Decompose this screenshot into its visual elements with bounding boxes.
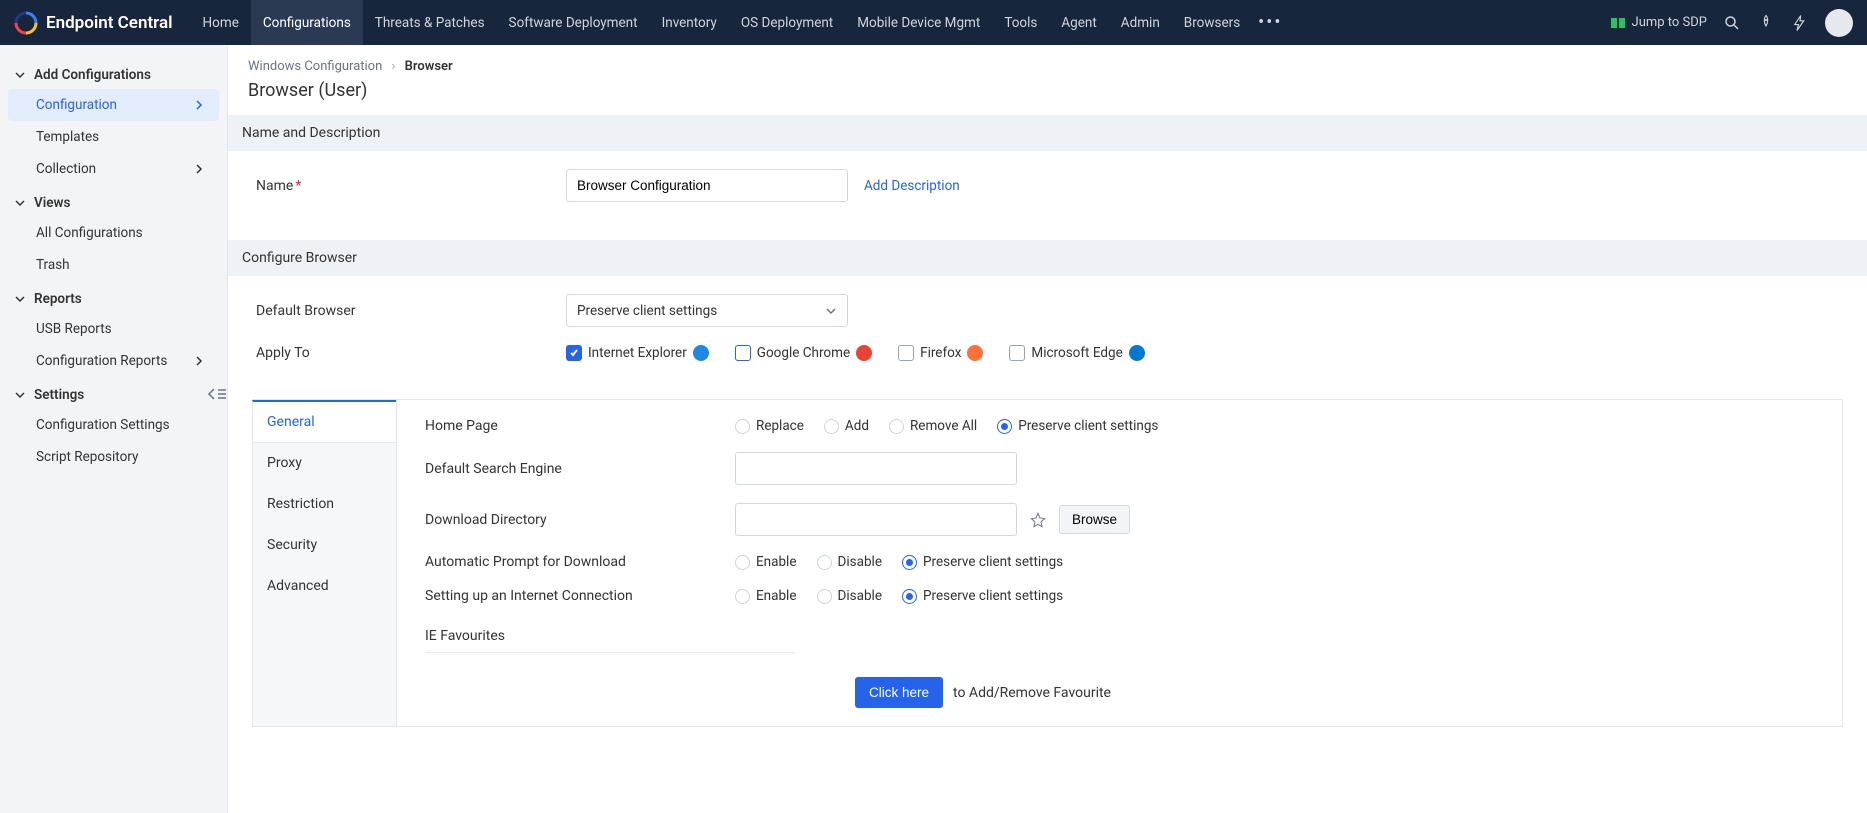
rocket-icon[interactable] bbox=[1757, 14, 1775, 32]
nav-mobile-device-mgmt[interactable]: Mobile Device Mgmt bbox=[845, 0, 992, 45]
vertical-tabs: GeneralProxyRestrictionSecurityAdvanced bbox=[253, 400, 397, 726]
breadcrumb: Windows Configuration › Browser bbox=[228, 45, 1867, 76]
internet-conn-radios: Enable Disable Preserve client settings bbox=[735, 588, 1063, 604]
default-browser-label: Default Browser bbox=[256, 303, 566, 319]
auto-prompt-disable[interactable]: Disable bbox=[817, 554, 882, 570]
sidebar-item-configuration[interactable]: Configuration bbox=[8, 89, 219, 121]
jump-to-sdp-label: Jump to SDP bbox=[1632, 15, 1707, 30]
main-content: Windows Configuration › Browser Browser … bbox=[228, 45, 1867, 813]
breadcrumb-sep: › bbox=[392, 59, 396, 74]
sidebar-item-usb-reports[interactable]: USB Reports bbox=[8, 313, 219, 345]
home-page-radios: Replace Add Remove All Preserve client sett… bbox=[735, 418, 1158, 434]
nav-software-deployment[interactable]: Software Deployment bbox=[497, 0, 650, 45]
breadcrumb-current: Browser bbox=[405, 59, 453, 74]
vtab-restriction[interactable]: Restriction bbox=[253, 484, 396, 525]
apply-to-checks: Internet Explorer Google Chrome Firefox Mic… bbox=[566, 345, 1145, 361]
sidebar-item-templates[interactable]: Templates bbox=[8, 121, 219, 153]
more-menu-icon[interactable]: ••• bbox=[1252, 12, 1288, 33]
add-description-link[interactable]: Add Description bbox=[864, 178, 960, 194]
internet-conn-disable[interactable]: Disable bbox=[817, 588, 882, 604]
auto-prompt-label: Automatic Prompt for Download bbox=[425, 554, 735, 570]
apply-to-microsoft-edge[interactable]: Microsoft Edge bbox=[1009, 345, 1144, 361]
nav-browsers[interactable]: Browsers bbox=[1172, 0, 1252, 45]
nav-right: Jump to SDP bbox=[1610, 0, 1867, 45]
section-configure-browser: Configure Browser bbox=[228, 240, 1867, 276]
search-engine-input[interactable] bbox=[735, 452, 1017, 485]
fav-suffix-text: to Add/Remove Favourite bbox=[953, 685, 1111, 701]
user-avatar[interactable] bbox=[1825, 9, 1853, 37]
nav-admin[interactable]: Admin bbox=[1109, 0, 1172, 45]
breadcrumb-parent[interactable]: Windows Configuration bbox=[248, 59, 382, 74]
sidebar-group-views[interactable]: Views bbox=[0, 185, 227, 217]
nav-os-deployment[interactable]: OS Deployment bbox=[729, 0, 845, 45]
vtab-security[interactable]: Security bbox=[253, 525, 396, 566]
download-dir-label: Download Directory bbox=[425, 512, 735, 528]
home-page-preserve-client-settings[interactable]: Preserve client settings bbox=[997, 418, 1158, 434]
nav-threats-patches[interactable]: Threats & Patches bbox=[363, 0, 497, 45]
nav-items: HomeConfigurationsThreats & PatchesSoftw… bbox=[191, 0, 1253, 45]
top-nav: Endpoint Central HomeConfigurationsThrea… bbox=[0, 0, 1867, 45]
sidebar-item-all-configurations[interactable]: All Configurations bbox=[8, 217, 219, 249]
browse-button[interactable]: Browse bbox=[1059, 505, 1130, 534]
sidebar-item-collection[interactable]: Collection bbox=[8, 153, 219, 185]
sidebar-group-settings[interactable]: Settings bbox=[0, 377, 227, 409]
brand-text: Endpoint Central bbox=[46, 13, 173, 33]
vtab-advanced[interactable]: Advanced bbox=[253, 566, 396, 607]
internet-conn-preserve-client-settings[interactable]: Preserve client settings bbox=[902, 588, 1063, 604]
sdp-icon bbox=[1610, 15, 1626, 31]
apply-to-firefox[interactable]: Firefox bbox=[898, 345, 983, 361]
nav-agent[interactable]: Agent bbox=[1049, 0, 1108, 45]
jump-to-sdp[interactable]: Jump to SDP bbox=[1610, 15, 1707, 31]
sidebar-item-trash[interactable]: Trash bbox=[8, 249, 219, 281]
config-tabs: GeneralProxyRestrictionSecurityAdvanced … bbox=[252, 399, 1843, 727]
vtab-general[interactable]: General bbox=[252, 400, 396, 443]
download-dir-input[interactable] bbox=[735, 503, 1017, 536]
chevron-down-icon bbox=[825, 305, 837, 317]
home-page-label: Home Page bbox=[425, 418, 735, 434]
internet-conn-label: Setting up an Internet Connection bbox=[425, 588, 735, 604]
apply-to-label: Apply To bbox=[256, 345, 566, 361]
sidebar: Add ConfigurationsConfigurationTemplates… bbox=[0, 45, 228, 813]
sidebar-collapse-icon[interactable] bbox=[206, 385, 228, 403]
tab-panel-general: Home Page Replace Add Remove All Preserve c… bbox=[397, 400, 1842, 726]
name-label: Name* bbox=[256, 178, 566, 194]
favorite-star-icon[interactable] bbox=[1023, 505, 1053, 535]
nav-configurations[interactable]: Configurations bbox=[251, 0, 363, 45]
default-browser-select[interactable]: Preserve client settings bbox=[566, 294, 848, 327]
sidebar-item-configuration-reports[interactable]: Configuration Reports bbox=[8, 345, 219, 377]
apply-to-internet-explorer[interactable]: Internet Explorer bbox=[566, 345, 709, 361]
click-here-button[interactable]: Click here bbox=[855, 677, 943, 708]
section-name-desc: Name and Description bbox=[228, 115, 1867, 151]
nav-home[interactable]: Home bbox=[191, 0, 251, 45]
home-page-replace[interactable]: Replace bbox=[735, 418, 804, 434]
sidebar-item-script-repository[interactable]: Script Repository bbox=[8, 441, 219, 473]
apply-to-google-chrome[interactable]: Google Chrome bbox=[735, 345, 872, 361]
nav-tools[interactable]: Tools bbox=[992, 0, 1049, 45]
auto-prompt-enable[interactable]: Enable bbox=[735, 554, 797, 570]
search-icon[interactable] bbox=[1723, 14, 1741, 32]
brand-logo: Endpoint Central bbox=[0, 11, 191, 35]
nav-inventory[interactable]: Inventory bbox=[650, 0, 729, 45]
auto-prompt-radios: Enable Disable Preserve client settings bbox=[735, 554, 1063, 570]
ie-favourites-heading: IE Favourites bbox=[425, 628, 795, 653]
home-page-remove-all[interactable]: Remove All bbox=[889, 418, 977, 434]
vtab-proxy[interactable]: Proxy bbox=[253, 443, 396, 484]
search-engine-label: Default Search Engine bbox=[425, 461, 735, 477]
brand-icon bbox=[14, 11, 38, 35]
home-page-add[interactable]: Add bbox=[824, 418, 869, 434]
page-title: Browser (User) bbox=[228, 76, 1867, 115]
auto-prompt-preserve-client-settings[interactable]: Preserve client settings bbox=[902, 554, 1063, 570]
default-browser-value: Preserve client settings bbox=[577, 303, 717, 319]
sidebar-group-reports[interactable]: Reports bbox=[0, 281, 227, 313]
bolt-icon[interactable] bbox=[1791, 14, 1809, 32]
sidebar-item-configuration-settings[interactable]: Configuration Settings bbox=[8, 409, 219, 441]
internet-conn-enable[interactable]: Enable bbox=[735, 588, 797, 604]
name-input[interactable] bbox=[566, 169, 848, 202]
sidebar-group-add-configurations[interactable]: Add Configurations bbox=[0, 57, 227, 89]
